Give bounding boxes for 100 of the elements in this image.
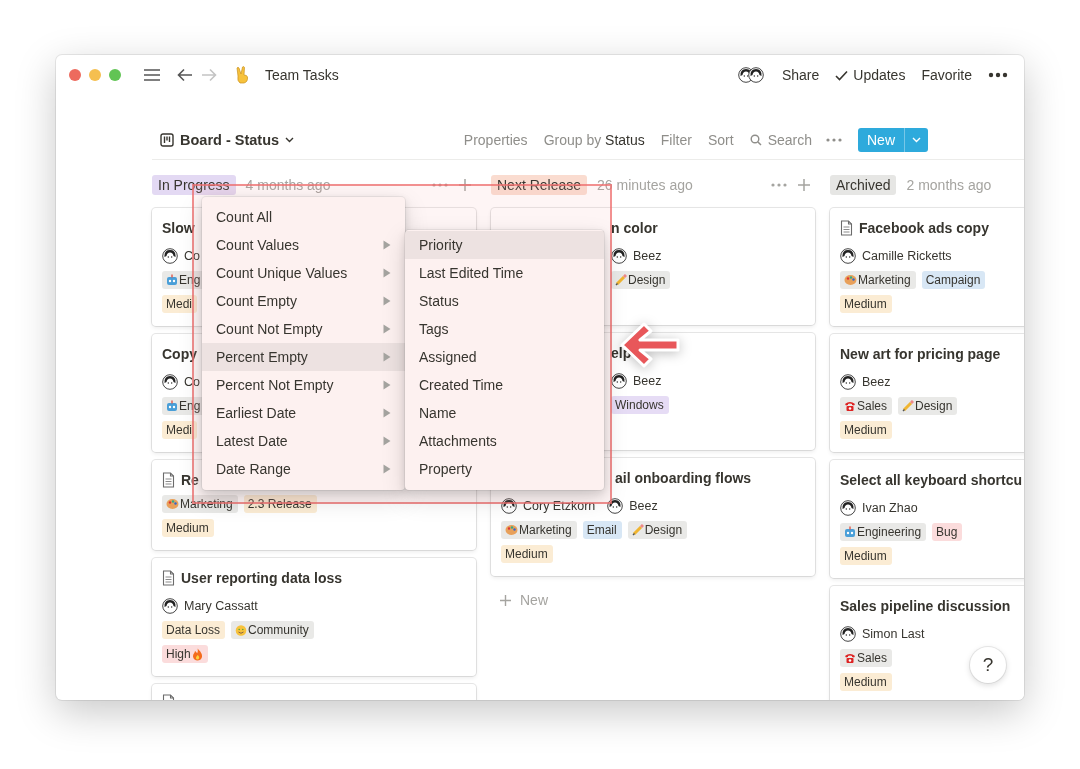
flame-icon [191,647,203,661]
avatar-icon [501,498,517,514]
new-options-button[interactable] [904,127,928,152]
menu-item[interactable]: Count Empty [202,287,405,315]
more-icon [826,137,842,142]
avatar-icon [840,248,856,264]
tag: Bug [932,523,963,541]
tag: Marketing [501,521,577,539]
card-title: n color [611,219,658,238]
task-card[interactable]: Select all keyboard shortcu Ivan Zhao Engineering Bug Medium [830,460,1024,578]
card-title: User reporting data loss [181,569,343,588]
tag: Medium [840,547,892,565]
tag: Medium [840,421,892,439]
favorite-button[interactable]: Favorite [913,64,980,86]
caret-icon [912,136,921,143]
avatar-icon [162,248,178,264]
phone-icon [844,652,856,664]
tag: Campaign [921,271,986,289]
person-name: Beez [862,375,891,389]
minimize-window-button[interactable] [89,69,101,81]
person-name: Mary Cassatt [184,599,258,613]
more-icon [988,72,1008,78]
palette-icon [505,524,518,536]
tag: Design [611,271,671,289]
avatar-icon [611,248,627,264]
person-name: Beez [633,249,662,263]
avatar-icon [162,374,178,390]
group-by-button[interactable]: Group by Status [535,128,653,151]
tag: Community [231,621,314,639]
pencil-icon [902,400,915,412]
avatar-icon [747,67,764,83]
status-label: Next Release [491,175,588,195]
person-name: Beez [633,374,662,388]
card-title: Facebook ads copy [859,219,989,238]
phone-icon [844,400,856,412]
menu-item[interactable]: Priority [405,231,604,259]
menu-item[interactable]: Percent Not Empty [202,371,405,399]
edited-time: 2 months ago [906,177,992,193]
avatar-icon [611,373,627,389]
robot-icon [166,400,178,412]
tag: Medium [840,295,892,313]
tag: Medium [840,673,892,691]
task-card[interactable]: User reporting data loss Mary Cassatt Data Loss Community High [152,558,476,676]
tag: Data Loss [162,621,226,639]
menu-item[interactable]: Latest Date [202,427,405,455]
plus-icon [499,593,512,607]
tag: Windows [611,396,669,414]
tag: Medi [162,295,197,313]
card-title: Re [181,471,199,490]
share-button[interactable]: Share [773,64,828,86]
page-title: Team Tasks [265,67,339,83]
updates-button[interactable]: Updates [827,64,914,86]
status-label: Archived [830,175,897,195]
tag: Sales [840,397,893,415]
person-name: Beez [629,499,658,513]
tag: High [162,645,208,663]
task-card[interactable]: New art for pricing page Beez Sales Design Medium [830,334,1024,452]
board-icon [160,132,174,147]
robot-icon [166,274,178,286]
menu-item[interactable]: Count Values [202,231,405,259]
hand-icon [235,66,251,84]
zoom-window-button[interactable] [109,69,121,81]
person-name: Camille Ricketts [862,249,952,263]
forward-arrow-icon [201,68,217,82]
pencil-icon [631,524,644,536]
card-title: Select all keyboard shortcu [840,471,1023,490]
avatar-icon [162,598,178,614]
menu-item[interactable]: Count All [202,203,405,231]
plus-icon [797,178,811,192]
task-card[interactable]: ail onboarding flows Cory Etzkorn Beez Marketing Email Design Medium [491,458,815,576]
check-icon [835,69,849,81]
view-selector[interactable]: Board - Status [152,129,299,150]
back-arrow-icon [177,68,193,82]
avatar-icon [607,498,624,514]
caret-icon [285,136,295,143]
tag: Design [627,521,688,539]
avatar-icon [840,500,856,516]
pencil-icon [615,274,627,286]
close-window-button[interactable] [69,69,81,81]
card-title: ail onboarding flows [615,469,752,488]
menu-item[interactable]: Percent Empty [202,343,405,371]
tag: Sales [840,649,893,667]
avatar-icon [840,374,856,390]
tag: 2.3 Release [243,495,317,513]
person-name: Cory Etzkorn [523,499,596,513]
status-label: In Progress [152,175,236,195]
tag: Email [582,521,622,539]
palette-icon [166,498,179,510]
robot-icon [844,526,856,538]
task-card[interactable]: Facebook ads copy Camille Ricketts Marketing Campaign Medium [830,208,1024,326]
tag: Medi [162,421,197,439]
tag: Engineering [840,523,927,541]
palette-icon [844,274,857,286]
avatar-icon [840,626,856,642]
person-name: Simon Last [862,627,925,641]
menu-item[interactable]: Count Not Empty [202,315,405,343]
search-icon [749,133,762,146]
tag: Marketing [840,271,916,289]
tag: Marketing [162,495,238,513]
tag: Medium [501,545,553,563]
